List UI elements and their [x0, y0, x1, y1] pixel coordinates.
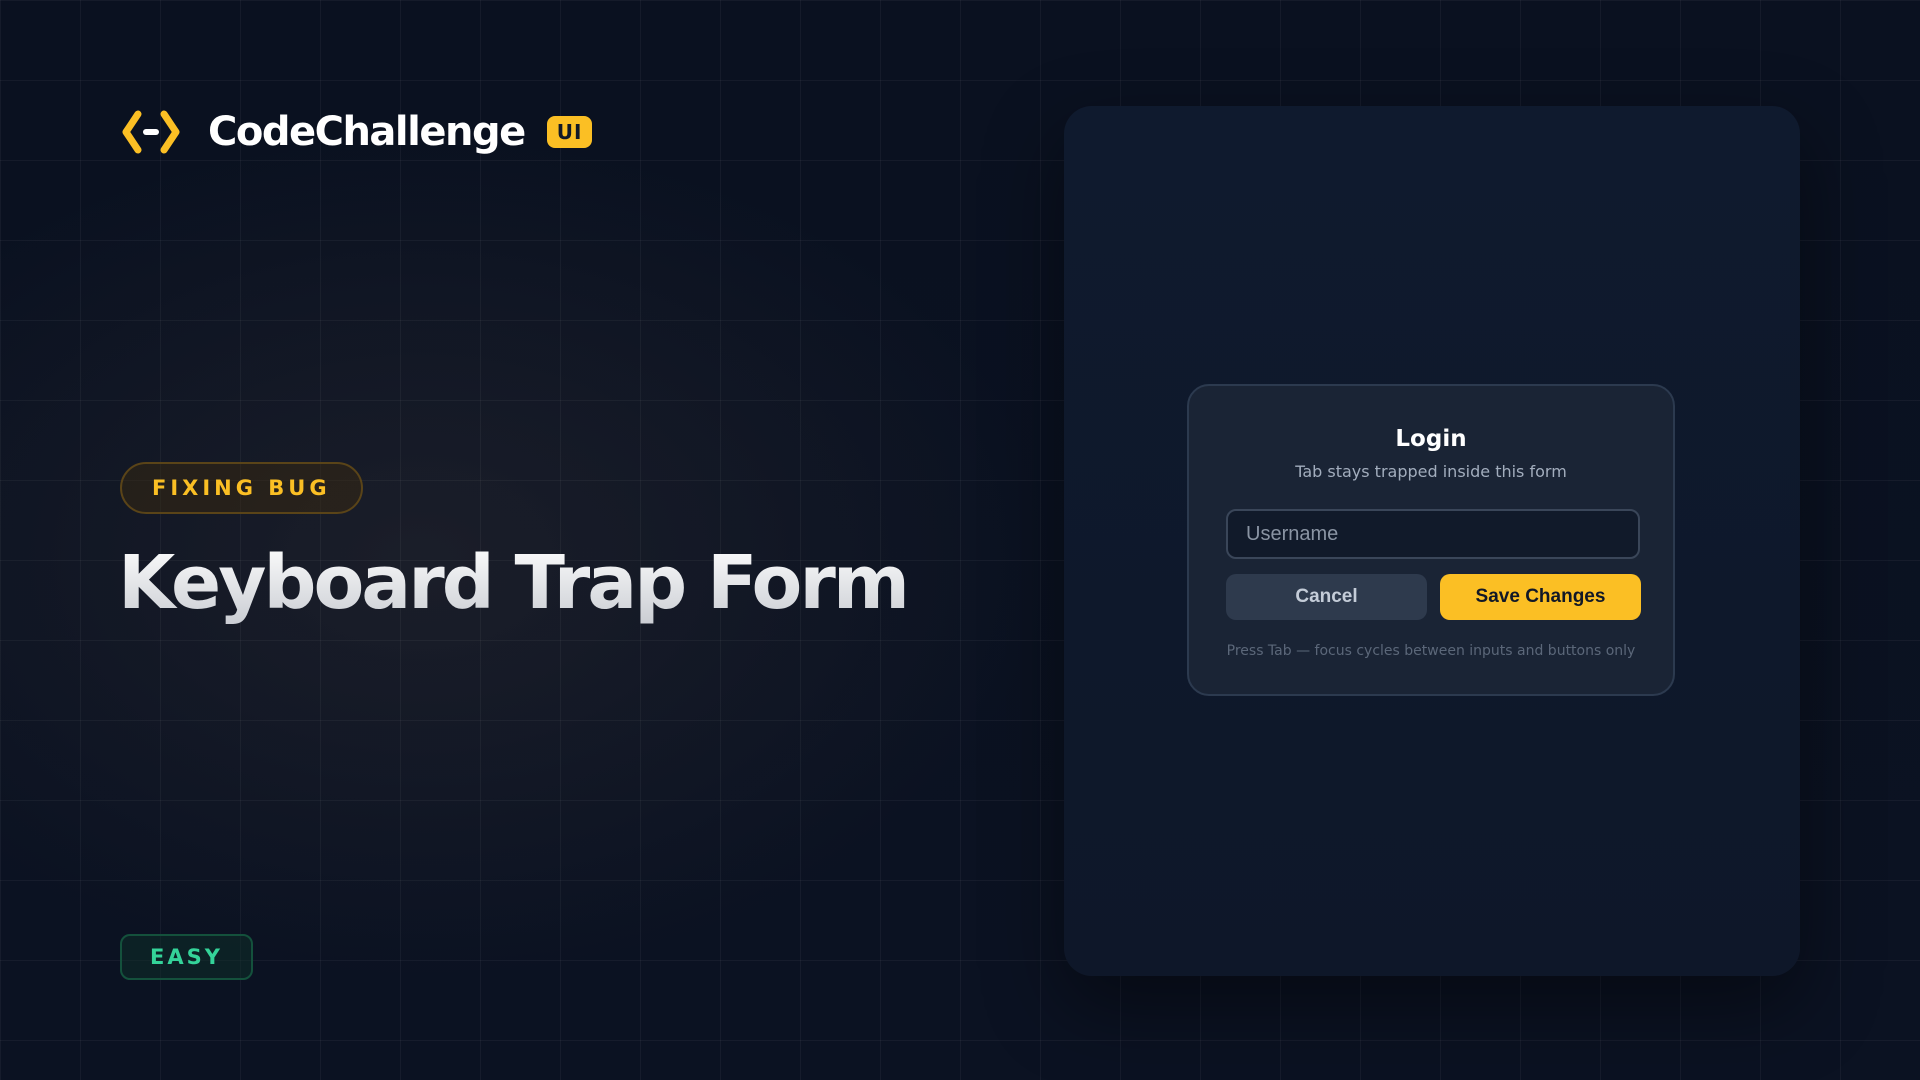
brand-name: CodeChallenge [208, 109, 526, 155]
code-brackets-icon [122, 110, 180, 154]
modal-hint: Press Tab — focus cycles between inputs … [1226, 643, 1636, 659]
challenge-title: Keyboard Trap Form [118, 540, 910, 626]
brand-badge: UI [546, 116, 593, 148]
modal-title: Login [1395, 426, 1467, 452]
category-tag: FIXING BUG [120, 462, 363, 514]
brand: CodeChallenge UI [122, 108, 593, 156]
cancel-button[interactable]: Cancel [1226, 574, 1427, 620]
modal-subtitle: Tab stays trapped inside this form [1295, 462, 1567, 481]
username-input[interactable]: Username [1226, 509, 1640, 559]
stage: CodeChallenge UI FIXING BUG Keyboard Tra… [0, 0, 1920, 1080]
login-modal: Login Tab stays trapped inside this form… [1187, 384, 1675, 696]
difficulty-badge: EASY [120, 934, 253, 980]
save-changes-button[interactable]: Save Changes [1440, 574, 1641, 620]
